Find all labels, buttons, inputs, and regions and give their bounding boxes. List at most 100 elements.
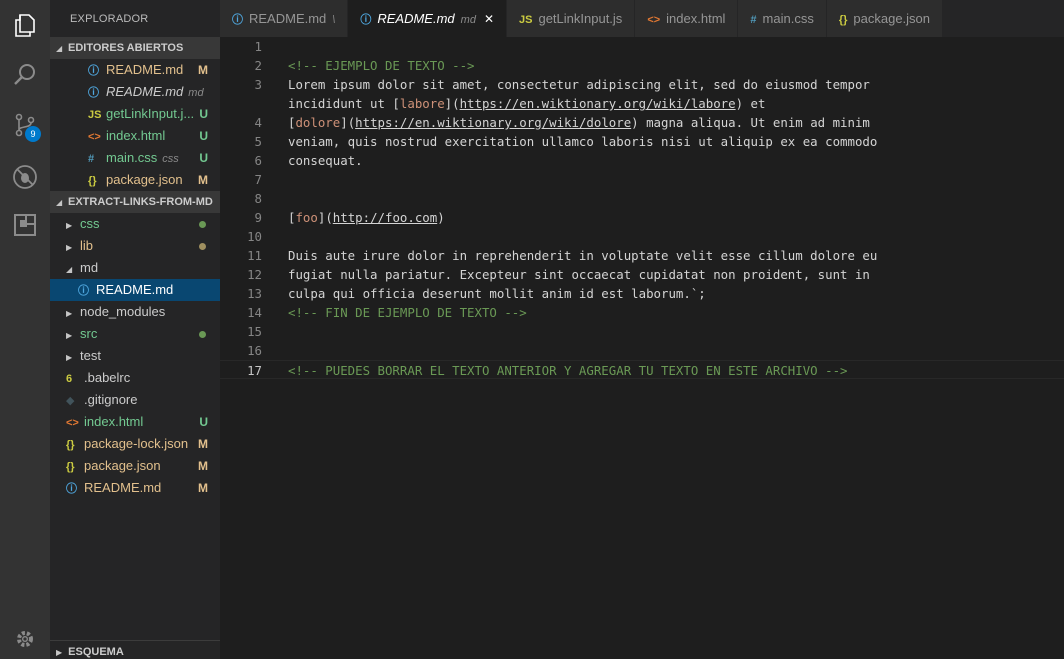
file-item[interactable]: ⓘ README.md M xyxy=(50,477,220,499)
editor-tab[interactable]: {} package.json xyxy=(826,0,944,37)
file-name: package.json xyxy=(84,458,161,473)
tab-label: getLinkInput.js xyxy=(538,11,623,26)
comment: <!-- PUEDES BORRAR EL TEXTO ANTERIOR Y A… xyxy=(288,363,848,378)
code-text: [dolore](https://en.wiktionary.org/wiki/… xyxy=(288,113,870,132)
file-name: index.html xyxy=(106,128,166,143)
chevron-right-icon: ▶ xyxy=(66,331,73,340)
file-name: README.md xyxy=(84,480,162,495)
text: incididunt ut [ xyxy=(288,96,400,111)
code-editor[interactable]: 1 2 <!-- EJEMPLO DE TEXTO --> 3 Lorem ipsum … xyxy=(220,37,1064,659)
line-number: 14 xyxy=(247,305,262,320)
text: Lorem ipsum dolor sit amet, consectetur … xyxy=(288,77,870,92)
line-number: 15 xyxy=(247,324,262,339)
open-editor-item[interactable]: # main.css css U xyxy=(50,147,220,169)
open-editors-header[interactable]: ◢ EDITORES ABIERTOS xyxy=(50,37,220,59)
editor-tab[interactable]: # main.css xyxy=(738,0,827,37)
code-text: veniam, quis nostrud exercitation ullamc… xyxy=(288,132,877,151)
tab-label: README.md xyxy=(249,11,327,26)
code-line: 14 <!-- FIN DE EJEMPLO DE TEXTO --> xyxy=(220,303,1064,322)
file-type-icon: ⓘ xyxy=(88,87,99,99)
file-name: index.html xyxy=(84,414,144,429)
folder-item[interactable]: ◢ md xyxy=(50,257,220,279)
folder-item[interactable]: ▶ lib xyxy=(50,235,220,257)
line-number: 11 xyxy=(247,248,262,263)
editor-tab[interactable]: <> index.html xyxy=(635,0,739,37)
file-item[interactable]: <> index.html U xyxy=(50,411,220,433)
code-line: 15 xyxy=(220,322,1064,341)
line-number: 9 xyxy=(254,210,262,225)
file-type-icon: {} xyxy=(88,175,97,187)
folder-item[interactable]: ▶ src xyxy=(50,323,220,345)
editor-tab[interactable]: ⓘ README.md md ✕ xyxy=(348,0,507,37)
chevron-right-icon: ▶ xyxy=(56,648,63,657)
chevron-right-icon: ▶ xyxy=(66,243,73,252)
text: ) magna aliqua. Ut enim ad minim xyxy=(631,115,870,130)
tab-folder-hint: \ xyxy=(332,14,336,26)
git-status-badge: U xyxy=(199,415,208,429)
file-type-icon: ⓘ xyxy=(78,285,89,297)
open-editor-item[interactable]: <> index.html U xyxy=(50,125,220,147)
folder-item[interactable]: ▶ css xyxy=(50,213,220,235)
text: fugiat nulla pariatur. Excepteur sint oc… xyxy=(288,267,870,282)
folder-item[interactable]: ▶ test xyxy=(50,345,220,367)
link-text: labore xyxy=(399,96,445,111)
open-editor-item[interactable]: ⓘ README.md M xyxy=(50,59,220,81)
explorer-sidebar: EXPLORADOR ◢ EDITORES ABIERTOS ⓘ README.md… xyxy=(50,0,220,659)
tab-label: README.md xyxy=(377,11,455,26)
open-editor-item[interactable]: {} package.json M xyxy=(50,169,220,191)
link-text: foo xyxy=(295,210,318,225)
editor-tab[interactable]: JS getLinkInput.js xyxy=(507,0,636,37)
outline-header[interactable]: ▶ ESQUEMA xyxy=(50,640,220,659)
code-text: Lorem ipsum dolor sit amet, consectetur … xyxy=(288,75,870,94)
editor-tab[interactable]: ⓘ README.md \ xyxy=(220,0,349,37)
file-type-icon: ⓘ xyxy=(360,14,372,26)
source-control-icon[interactable]: 9 xyxy=(0,100,50,150)
file-item[interactable]: {} package-lock.json M xyxy=(50,433,220,455)
close-icon[interactable]: ✕ xyxy=(484,12,494,26)
explorer-icon[interactable] xyxy=(0,0,50,50)
file-name: .babelrc xyxy=(84,370,131,385)
line-number: 1 xyxy=(254,39,262,54)
folder-item[interactable]: ▶ node_modules xyxy=(50,301,220,323)
open-editor-item[interactable]: ⓘ README.md md xyxy=(50,81,220,103)
sidebar-title: EXPLORADOR xyxy=(70,13,149,25)
file-item[interactable]: ◆ .gitignore xyxy=(50,389,220,411)
file-name: README.md xyxy=(106,62,184,77)
file-item[interactable]: ⓘ README.md xyxy=(50,279,220,301)
file-name: .gitignore xyxy=(84,392,138,407)
comment: <!-- FIN DE EJEMPLO DE TEXTO --> xyxy=(288,305,527,320)
code-line: 8 xyxy=(220,189,1064,208)
file-type-icon: JS xyxy=(88,109,102,121)
file-name: main.css xyxy=(106,150,158,165)
chevron-down-icon: ◢ xyxy=(56,44,63,53)
settings-gear-icon[interactable] xyxy=(0,614,50,659)
git-status-badge: U xyxy=(199,129,208,143)
debug-icon[interactable] xyxy=(0,152,50,202)
tab-label: index.html xyxy=(666,11,726,26)
code-line: 10 xyxy=(220,227,1064,246)
chevron-right-icon: ▶ xyxy=(66,309,73,318)
file-item[interactable]: {} package.json M xyxy=(50,455,220,477)
line-number: 2 xyxy=(254,58,262,73)
file-item[interactable]: 6 .babelrc xyxy=(50,367,220,389)
file-name: package.json xyxy=(106,172,183,187)
file-type-icon: ⓘ xyxy=(88,65,99,77)
line-number: 13 xyxy=(247,286,262,301)
search-icon[interactable] xyxy=(0,50,50,100)
text: Duis aute irure dolor in reprehenderit i… xyxy=(288,248,878,263)
git-status-badge: U xyxy=(199,151,208,165)
code-text: culpa qui officia deserunt mollit anim i… xyxy=(288,284,706,303)
text: ]( xyxy=(317,210,333,225)
link-text: dolore xyxy=(295,115,341,130)
project-header[interactable]: ◢ EXTRACT-LINKS-FROM-MD xyxy=(50,191,220,213)
file-name: node_modules xyxy=(80,304,166,319)
git-status-badge: M xyxy=(198,63,208,77)
open-editor-item[interactable]: JS getLinkInput.j... U xyxy=(50,103,220,125)
file-type-icon: <> xyxy=(66,417,79,429)
text: culpa qui officia deserunt mollit anim i… xyxy=(288,286,706,301)
code-text: <!-- EJEMPLO DE TEXTO --> xyxy=(288,56,475,75)
file-type-icon: ⓘ xyxy=(66,483,77,495)
code-line: 11 Duis aute irure dolor in reprehenderit… xyxy=(220,246,1064,265)
file-type-icon: ◆ xyxy=(66,395,75,407)
extensions-icon[interactable] xyxy=(0,200,50,250)
